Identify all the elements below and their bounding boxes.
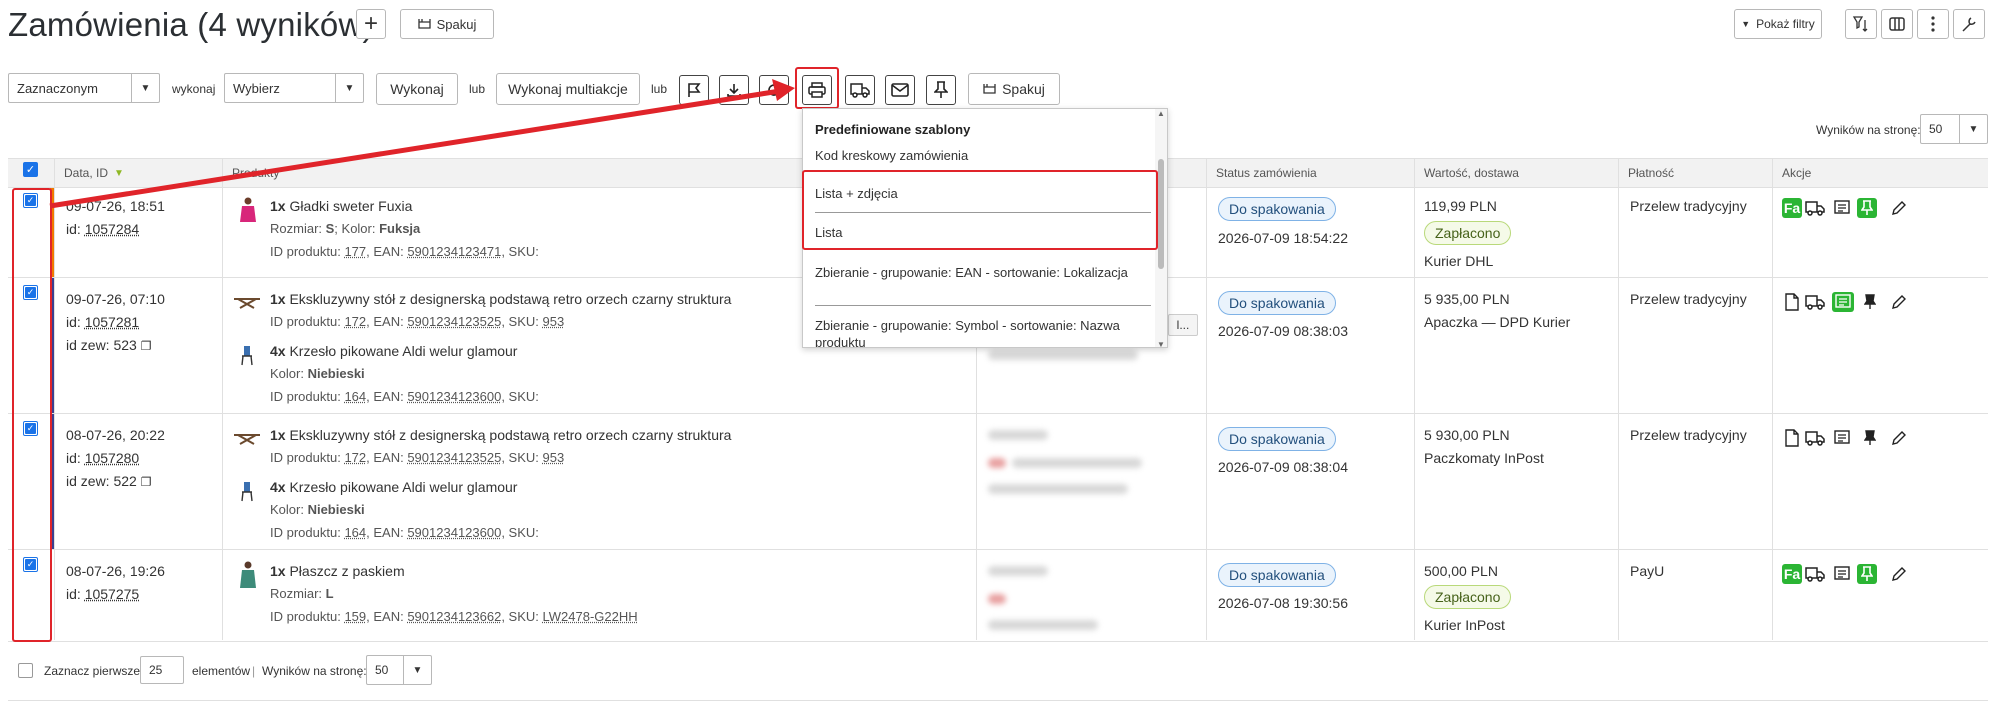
dropdown-item-picking-symbol[interactable]: Zbieranie - grupowanie: Symbol - sortowa…: [815, 317, 1135, 347]
list-options-highlight: [802, 170, 1158, 250]
annotation-arrows: [49, 79, 825, 209]
scroll-up-icon[interactable]: ▲: [1157, 109, 1165, 118]
dropdown-item-picking-ean[interactable]: Zbieranie - grupowanie: EAN - sortowanie…: [815, 264, 1135, 281]
dropdown-item-barcode[interactable]: Kod kreskowy zamówienia: [815, 147, 1135, 164]
scroll-down-icon[interactable]: ▼: [1157, 340, 1165, 347]
dropdown-heading: Predefiniowane szablony: [815, 122, 971, 137]
